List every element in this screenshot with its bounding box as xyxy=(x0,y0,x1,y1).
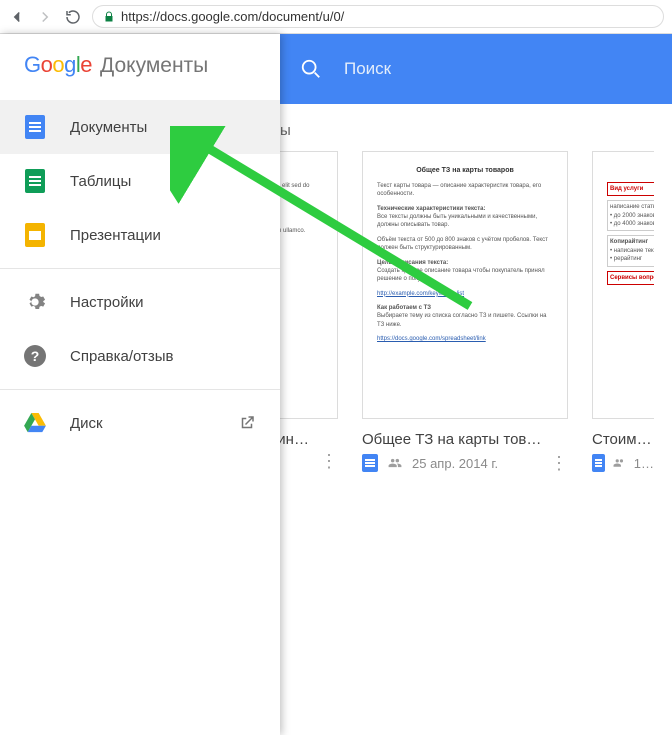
menu-label: Презентации xyxy=(70,227,161,244)
doc-meta: 25 апр. 2014 г. ⋮ xyxy=(362,454,568,472)
doc-title: Стоимос… xyxy=(592,431,654,448)
docs-icon xyxy=(25,115,45,139)
slides-icon xyxy=(25,223,45,247)
menu-drive[interactable]: Диск xyxy=(0,396,280,450)
separator xyxy=(0,268,280,269)
browser-chrome: https://docs.google.com/document/u/0/ xyxy=(0,0,672,34)
separator xyxy=(0,389,280,390)
back-icon[interactable] xyxy=(8,8,26,26)
product-name: Документы xyxy=(100,54,208,78)
menu-label: Справка/отзыв xyxy=(70,348,174,365)
sheets-icon xyxy=(25,169,45,193)
drive-menu: Диск xyxy=(0,396,280,450)
lock-icon xyxy=(103,11,115,23)
doc-thumbnail: Общее ТЗ на карты товаров Текст карты то… xyxy=(362,151,568,419)
shared-icon xyxy=(613,456,626,470)
search-input[interactable] xyxy=(344,59,624,79)
more-icon[interactable]: ⋮ xyxy=(550,459,568,468)
menu-label: Настройки xyxy=(70,294,144,311)
section-letter: ы xyxy=(280,122,672,139)
nav-drawer: Google Документы Документы Таблицы Презе… xyxy=(0,34,280,735)
doc-date: 1… xyxy=(634,456,654,471)
menu-label: Диск xyxy=(70,415,103,432)
menu-help[interactable]: ? Справка/отзыв xyxy=(0,329,280,383)
drive-icon xyxy=(24,413,46,433)
google-logo: Google xyxy=(24,52,92,78)
menu-docs[interactable]: Документы xyxy=(0,100,280,154)
search-icon xyxy=(300,58,322,80)
help-icon: ? xyxy=(24,345,46,367)
settings-menu: Настройки ? Справка/отзыв xyxy=(0,275,280,383)
open-external-icon xyxy=(238,414,256,432)
gear-icon xyxy=(24,291,46,313)
doc-thumbnail: Стоимость работ Вид услуги написание ста… xyxy=(592,151,654,419)
shared-icon xyxy=(386,456,404,470)
brand: Google Документы xyxy=(0,34,280,100)
reload-icon[interactable] xyxy=(64,8,82,26)
menu-slides[interactable]: Презентации xyxy=(0,208,280,262)
docs-icon xyxy=(592,454,605,472)
doc-title: Общее ТЗ на карты тов… xyxy=(362,431,568,448)
doc-card[interactable]: Стоимость работ Вид услуги написание ста… xyxy=(592,151,654,472)
doc-card[interactable]: Общее ТЗ на карты товаров Текст карты то… xyxy=(362,151,568,472)
doc-meta: 1… xyxy=(592,454,654,472)
url-text: https://docs.google.com/document/u/0/ xyxy=(121,9,344,24)
address-bar[interactable]: https://docs.google.com/document/u/0/ xyxy=(92,5,664,28)
menu-settings[interactable]: Настройки xyxy=(0,275,280,329)
menu-sheets[interactable]: Таблицы xyxy=(0,154,280,208)
forward-icon[interactable] xyxy=(36,8,54,26)
doc-date: 25 апр. 2014 г. xyxy=(412,456,498,471)
menu-label: Таблицы xyxy=(70,173,131,190)
menu-label: Документы xyxy=(70,119,147,136)
more-icon[interactable]: ⋮ xyxy=(320,457,338,466)
docs-icon xyxy=(362,454,378,472)
search-box[interactable] xyxy=(300,58,624,80)
apps-menu: Документы Таблицы Презентации xyxy=(0,100,280,262)
